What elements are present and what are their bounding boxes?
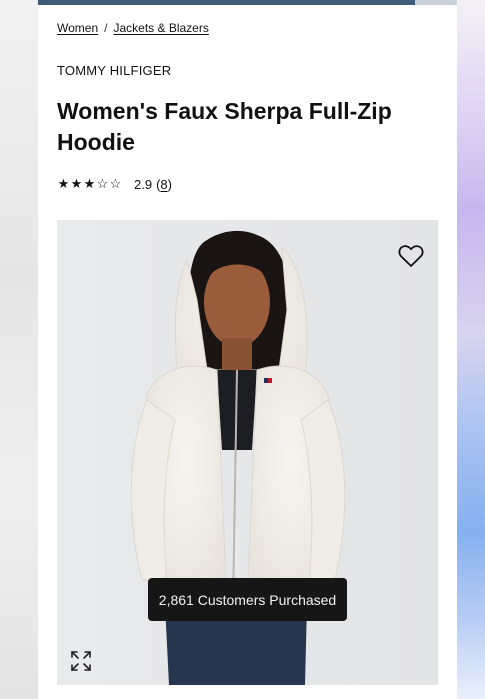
breadcrumb-link-jackets-blazers[interactable]: Jackets & Blazers: [113, 21, 208, 35]
review-count-close: ): [167, 176, 172, 192]
brand-name[interactable]: TOMMY HILFIGER: [57, 63, 171, 78]
star-icon: ★: [70, 176, 83, 191]
wishlist-heart-icon[interactable]: [398, 244, 424, 268]
rating-score: 2.9: [134, 176, 153, 192]
star-rating: ★ ★ ★ ☆ ☆: [57, 176, 122, 192]
star-icon: ★: [83, 176, 96, 191]
expand-arrows-icon[interactable]: [70, 650, 92, 672]
left-background: [0, 0, 38, 699]
star-empty-icon: ☆: [109, 176, 122, 191]
right-background: [457, 0, 485, 699]
star-icon: ★: [57, 176, 70, 191]
rating-summary[interactable]: ★ ★ ★ ☆ ☆ 2.9 (8): [57, 176, 172, 192]
breadcrumb-separator: /: [104, 21, 108, 35]
review-count[interactable]: (8): [156, 177, 172, 192]
product-image-gallery[interactable]: 2,861 Customers Purchased: [57, 220, 438, 685]
product-page: Women / Jackets & Blazers TOMMY HILFIGER…: [38, 0, 457, 699]
customers-purchased-badge: 2,861 Customers Purchased: [148, 578, 347, 621]
breadcrumb-link-women[interactable]: Women: [57, 21, 98, 35]
top-accent-bar-end: [415, 0, 457, 5]
top-accent-bar: [38, 0, 457, 5]
review-count-number[interactable]: 8: [160, 177, 167, 192]
star-empty-icon: ☆: [96, 176, 109, 191]
breadcrumb: Women / Jackets & Blazers: [57, 21, 209, 35]
product-title: Women's Faux Sherpa Full-Zip Hoodie: [57, 98, 392, 155]
